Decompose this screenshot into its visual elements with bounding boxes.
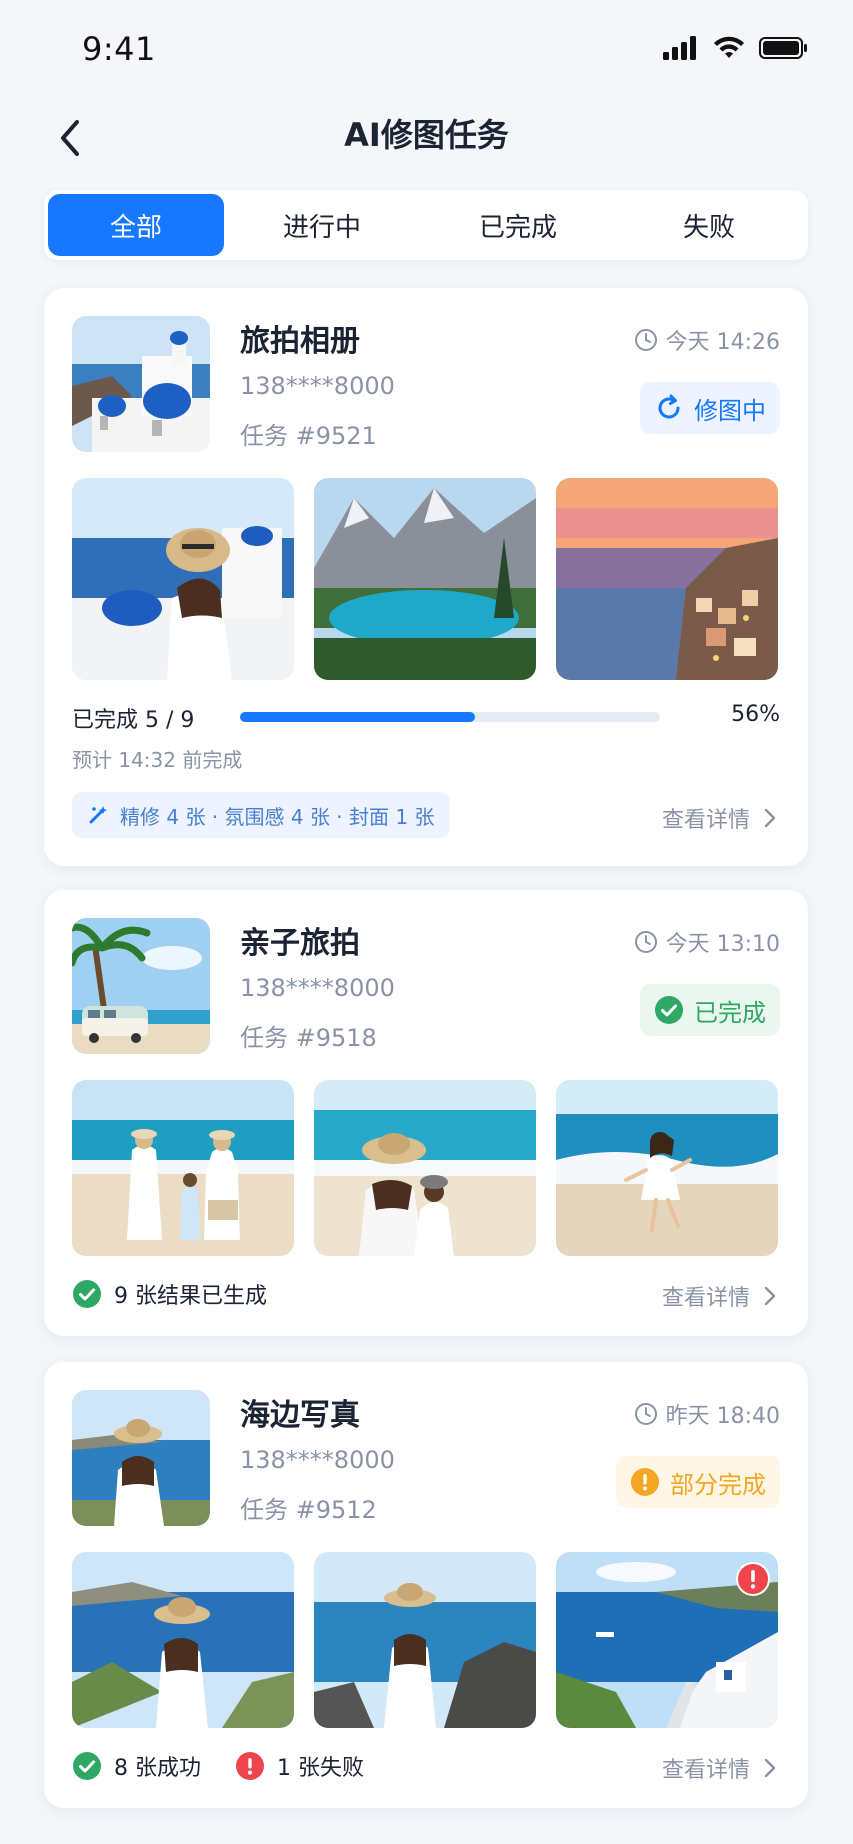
result-photo[interactable] — [314, 1080, 536, 1256]
task-id: 任务 #9512 — [240, 1496, 377, 1524]
battery-icon — [759, 37, 807, 59]
task-time: 今天 13:10 — [634, 926, 780, 958]
view-details-label: 查看详情 — [661, 808, 750, 833]
view-details-label: 查看详情 — [661, 1286, 750, 1311]
status-icons — [663, 36, 809, 60]
view-details-link[interactable]: 查看详情 — [662, 1752, 776, 1784]
clock-icon — [634, 1403, 657, 1425]
status-badge: 已完成 — [640, 984, 780, 1036]
result-photo[interactable] — [556, 478, 778, 680]
progress-bar — [240, 712, 660, 722]
result-summary: 8 张成功 1 张失败 — [72, 1750, 364, 1782]
tab-all[interactable]: 全部 — [48, 194, 224, 256]
view-details-link[interactable]: 查看详情 — [662, 1280, 776, 1312]
task-time-text: 昨天 18:40 — [665, 1404, 780, 1429]
check-circle-icon — [73, 1280, 101, 1308]
chevron-right-icon — [764, 1286, 776, 1306]
task-time-text: 今天 14:26 — [665, 330, 780, 355]
clock-icon — [634, 931, 657, 953]
status-bar: 9:41 — [0, 0, 853, 100]
task-time: 今天 14:26 — [634, 324, 780, 356]
tab-in-progress[interactable]: 进行中 — [224, 194, 420, 256]
album-cover — [72, 316, 210, 452]
task-card[interactable]: 亲子旅拍 138****8000 任务 #9518 今天 13:10 已完成 9… — [44, 890, 808, 1336]
nav-bar: AI修图任务 — [0, 100, 853, 190]
chevron-right-icon — [764, 808, 776, 828]
result-photo[interactable] — [72, 1080, 294, 1256]
progress-percent: 56% — [731, 702, 780, 727]
success-count: 8 张成功 — [114, 1756, 201, 1781]
result-photos — [72, 1080, 780, 1256]
task-title: 亲子旅拍 — [240, 926, 360, 961]
eta-text: 预计 14:32 前完成 — [72, 748, 243, 772]
refresh-icon — [658, 394, 680, 419]
result-photo[interactable] — [314, 478, 536, 680]
task-id: 任务 #9521 — [240, 422, 377, 450]
status-badge-label: 部分完成 — [670, 1470, 766, 1499]
view-details-link[interactable]: 查看详情 — [662, 802, 776, 834]
album-cover — [72, 1390, 210, 1526]
ai-magic-icon — [89, 806, 107, 824]
warning-circle-icon — [631, 1468, 659, 1496]
clock-icon — [634, 329, 657, 351]
status-badge-label: 已完成 — [694, 998, 766, 1027]
page-title: AI修图任务 — [344, 116, 509, 154]
task-phone: 138****8000 — [240, 1446, 395, 1474]
result-photo[interactable] — [314, 1552, 536, 1728]
completion-summary: 9 张结果已生成 — [72, 1278, 267, 1310]
result-photo[interactable] — [556, 1552, 778, 1728]
edit-tags: 精修 4 张 · 氛围感 4 张 · 封面 1 张 — [72, 792, 451, 838]
result-photo[interactable] — [72, 478, 294, 680]
check-circle-icon — [73, 1752, 101, 1780]
result-photo[interactable] — [556, 1080, 778, 1256]
edit-tags-text: 精修 4 张 · 氛围感 4 张 · 封面 1 张 — [120, 804, 435, 829]
tab-completed[interactable]: 已完成 — [420, 194, 616, 256]
task-title: 旅拍相册 — [240, 324, 360, 359]
task-phone: 138****8000 — [240, 974, 395, 1002]
status-badge: 部分完成 — [616, 1456, 780, 1508]
status-badge: 修图中 — [640, 382, 780, 434]
view-details-label: 查看详情 — [661, 1758, 750, 1783]
result-photos — [72, 478, 780, 680]
task-time: 昨天 18:40 — [634, 1398, 780, 1430]
error-badge-icon — [736, 1562, 770, 1596]
check-circle-icon — [655, 996, 683, 1024]
task-title: 海边写真 — [240, 1398, 360, 1433]
result-photos — [72, 1552, 780, 1728]
signal-icon — [663, 36, 696, 60]
progress-fill — [240, 712, 476, 722]
error-circle-icon — [236, 1752, 264, 1780]
filter-tabs: 全部 进行中 已完成 失败 — [44, 190, 808, 260]
task-card[interactable]: 海边写真 138****8000 任务 #9512 昨天 18:40 部分完成 — [44, 1362, 808, 1808]
task-time-text: 今天 13:10 — [665, 932, 780, 957]
chevron-right-icon — [764, 1758, 776, 1778]
fail-count: 1 张失败 — [277, 1756, 364, 1781]
wifi-icon — [714, 36, 744, 58]
tab-failed[interactable]: 失败 — [616, 194, 802, 256]
album-cover — [72, 918, 210, 1054]
task-card[interactable]: 旅拍相册 138****8000 任务 #9521 今天 14:26 修图中 已… — [44, 288, 808, 866]
result-photo[interactable] — [72, 1552, 294, 1728]
task-phone: 138****8000 — [240, 372, 395, 400]
status-time: 9:41 — [82, 30, 156, 68]
task-id: 任务 #9518 — [240, 1024, 377, 1052]
progress-label: 已完成 5 / 9 — [72, 708, 195, 733]
status-badge-label: 修图中 — [694, 396, 766, 425]
completion-summary-text: 9 张结果已生成 — [114, 1284, 267, 1309]
